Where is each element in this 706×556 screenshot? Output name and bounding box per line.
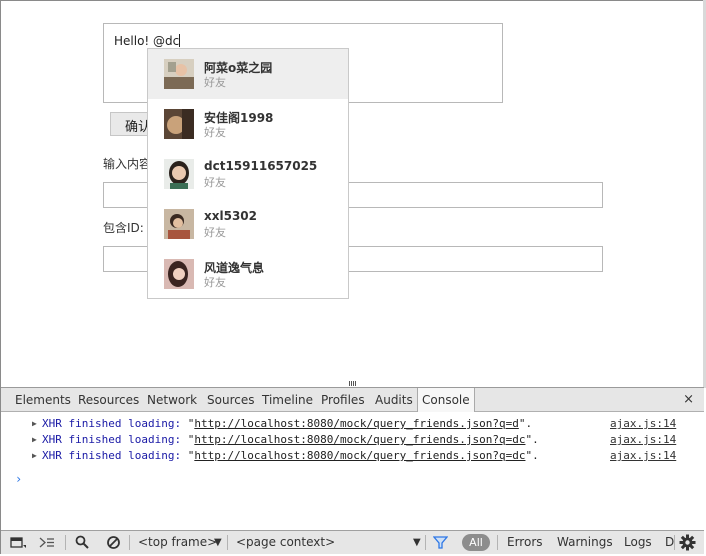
suggestion-item[interactable]: 安佳阁1998 好友 (148, 99, 348, 149)
log-message: XHR finished loading: "http://localhost:… (42, 449, 539, 462)
filter-warnings[interactable]: Warnings (557, 531, 613, 554)
filter-all-toggle[interactable]: All (462, 534, 490, 551)
divider (129, 535, 130, 550)
suggestion-name: dct15911657025 (204, 159, 318, 173)
log-source-link[interactable]: ajax.js:14 (610, 432, 676, 448)
tab-elements[interactable]: Elements (11, 388, 75, 412)
devtools-resize-handle[interactable] (349, 381, 357, 386)
expand-triangle-icon[interactable]: ▶ (32, 432, 37, 448)
chevron-down-icon: ▼ (214, 537, 222, 548)
suggestion-subtitle: 好友 (204, 176, 226, 189)
avatar (164, 59, 194, 89)
suggestion-name: xxl5302 (204, 209, 257, 223)
clear-console-icon[interactable] (106, 535, 121, 550)
devtools-panel: Elements Resources Network Sources Timel… (1, 387, 704, 554)
tab-profiles[interactable]: Profiles (317, 388, 369, 412)
suggestion-subtitle: 好友 (204, 76, 226, 89)
devtools-tab-bar: Elements Resources Network Sources Timel… (1, 387, 704, 412)
tab-network[interactable]: Network (143, 388, 201, 412)
tab-timeline[interactable]: Timeline (258, 388, 317, 412)
chevron-down-icon: ▼ (413, 537, 421, 548)
show-drawer-icon[interactable] (39, 536, 55, 549)
suggestion-subtitle: 好友 (204, 276, 226, 289)
close-icon[interactable]: × (683, 388, 694, 412)
console-status-bar: <top frame> ▼ <page context> ▼ All Error… (1, 530, 704, 554)
avatar (164, 259, 194, 289)
log-message: XHR finished loading: "http://localhost:… (42, 433, 539, 446)
console-prompt[interactable]: › (15, 472, 22, 486)
filter-debug[interactable]: D (665, 531, 674, 554)
log-url-link[interactable]: http://localhost:8080/mock/query_friends… (194, 449, 525, 462)
text-caret (179, 34, 181, 47)
divider (65, 535, 66, 550)
tab-resources[interactable]: Resources (74, 388, 143, 412)
console-log-row: ▶ XHR finished loading: "http://localhos… (1, 416, 704, 432)
avatar (164, 109, 194, 139)
avatar (164, 159, 194, 189)
console-log-row: ▶ XHR finished loading: "http://localhos… (1, 448, 704, 464)
avatar (164, 209, 194, 239)
expand-triangle-icon[interactable]: ▶ (32, 416, 37, 432)
suggestion-item[interactable]: dct15911657025 好友 (148, 149, 348, 199)
filter-errors[interactable]: Errors (507, 531, 543, 554)
log-url-link[interactable]: http://localhost:8080/mock/query_friends… (194, 433, 525, 446)
filter-logs[interactable]: Logs (624, 531, 652, 554)
context-select[interactable]: <page context> (236, 531, 335, 554)
log-url-link[interactable]: http://localhost:8080/mock/query_friends… (194, 417, 519, 430)
divider (425, 535, 426, 550)
console-output: ▶ XHR finished loading: "http://localhos… (1, 412, 704, 529)
divider (497, 535, 498, 550)
suggestion-item[interactable]: 风道逸气息 好友 (148, 249, 348, 299)
dock-side-icon[interactable] (10, 535, 26, 549)
expand-triangle-icon[interactable]: ▶ (32, 448, 37, 464)
frame-select[interactable]: <top frame> (138, 531, 217, 554)
mention-suggestions-dropdown: 阿菜o菜之园 好友 安佳阁1998 好友 dct15911657025 好友 x… (147, 48, 349, 299)
suggestion-item[interactable]: xxl5302 好友 (148, 199, 348, 249)
tab-audits[interactable]: Audits (371, 388, 417, 412)
log-source-link[interactable]: ajax.js:14 (610, 416, 676, 432)
tab-sources[interactable]: Sources (203, 388, 258, 412)
log-source-link[interactable]: ajax.js:14 (610, 448, 676, 464)
tab-console[interactable]: Console (417, 388, 475, 412)
divider (227, 535, 228, 550)
search-icon[interactable] (75, 535, 89, 550)
textarea-value: Hello! @dc (114, 34, 180, 48)
web-page: Hello! @dc 确认 输入内容: 包含ID: 阿菜o菜之园 好友 安佳阁1… (0, 0, 706, 384)
suggestion-item[interactable]: 阿菜o菜之园 好友 (148, 49, 348, 99)
log-message: XHR finished loading: "http://localhost:… (42, 417, 533, 430)
filter-icon[interactable] (433, 536, 448, 549)
suggestion-subtitle: 好友 (204, 126, 226, 139)
suggestion-subtitle: 好友 (204, 226, 226, 239)
console-log-row: ▶ XHR finished loading: "http://localhos… (1, 432, 704, 448)
divider (674, 535, 675, 550)
contains-id-label: 包含ID: (103, 221, 144, 235)
gear-icon[interactable] (679, 534, 696, 551)
